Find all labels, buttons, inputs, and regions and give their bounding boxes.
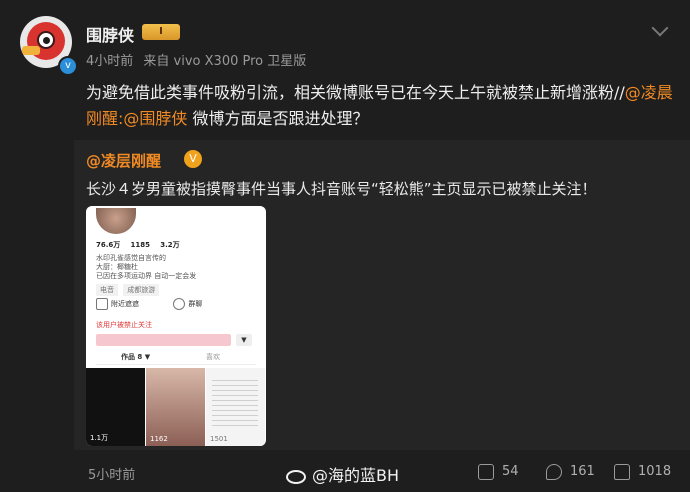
comment-count: 161 (570, 464, 595, 479)
profile-stats: 76.6万 1185 3.2万 (96, 240, 188, 250)
group-icon (173, 298, 186, 310)
comment-button[interactable]: 161 (546, 462, 595, 482)
more-button: ▼ (236, 334, 252, 346)
repost-time[interactable]: 5小时前 (88, 464, 135, 483)
tab-likes: 喜欢 (206, 353, 220, 361)
stat: 3.2万 (160, 241, 180, 249)
thumbs-up-icon (614, 463, 630, 480)
watermark-text: @海的蓝BH (312, 466, 400, 485)
tag: 电音 (96, 284, 118, 296)
post-text: 为避免借此类事件吸粉引流，相关微博账号已在今天上午就被禁止新增涨粉//@凌晨刚醒… (86, 80, 676, 132)
level-badge: I (142, 24, 180, 40)
video-thumb: 1.1万 (86, 368, 145, 446)
view-count: 1501 (210, 435, 228, 443)
tab-works: 作品 8 ▼ (121, 353, 151, 361)
tag: 成都旅游 (123, 284, 160, 296)
profile-photo (96, 208, 136, 234)
shortcut-label: 群聊 (188, 300, 203, 308)
repost-card[interactable]: @凌层刚醒 V 长沙４岁男童被指摸臀事件当事人抖音账号“轻松熊”主页显示已被禁止… (74, 140, 690, 450)
mention-link[interactable]: @围脖侠 (123, 109, 187, 128)
stat: 1185 (130, 241, 150, 249)
repost-text: 长沙４岁男童被指摸臀事件当事人抖音账号“轻松熊”主页显示已被禁止关注！ (86, 180, 597, 198)
view-count: 1162 (150, 435, 168, 443)
profile-tags: 电音 成都旅游 (96, 284, 162, 296)
post-source: 来自 vivo X300 Pro 卫星版 (143, 54, 307, 69)
post-time[interactable]: 4小时前 (86, 54, 133, 69)
post-username[interactable]: 围脖侠 (86, 22, 134, 46)
profile-bio: 水印孔雀感觉自言传的 大厨：椰糖杜 已因在多项运动界 自动一定会发 (96, 254, 256, 281)
repost-icon (478, 463, 494, 480)
gold-v-icon: V (184, 150, 202, 168)
weibo-post: v 围脖侠 I 4小时前 来自 vivo X300 Pro 卫星版 为避免借此类… (0, 0, 690, 492)
bio-line: 大厨：椰糖杜 (96, 263, 138, 271)
profile-tabs: 作品 8 ▼ 喜欢 (96, 352, 256, 365)
like-button[interactable]: 1018 (614, 462, 671, 482)
video-thumb: 1162 (146, 368, 205, 446)
repost-count: 54 (502, 464, 519, 479)
follow-button (96, 334, 231, 346)
like-count: 1018 (638, 464, 672, 479)
shop-icon (96, 298, 108, 310)
bio-line: 水印孔雀感觉自言传的 (96, 254, 166, 262)
post-text-body: 为避免借此类事件吸粉引流，相关微博账号已在今天上午就被禁止新增涨粉// (86, 83, 625, 102)
video-thumb: 1501 (206, 368, 265, 446)
repost-username[interactable]: @凌层刚醒 (86, 150, 161, 171)
comment-icon (546, 463, 562, 480)
repost-button[interactable]: 54 (478, 462, 519, 482)
view-count: 1.1万 (90, 434, 109, 442)
profile-shortcuts: 附近遮遮 群聊 (96, 298, 256, 318)
stat: 76.6万 (96, 241, 121, 249)
warning-text: 该用户被禁止关注 (96, 321, 152, 329)
chevron-down-icon[interactable] (651, 19, 669, 37)
post-meta: 4小时前 来自 vivo X300 Pro 卫星版 (86, 50, 312, 69)
weibo-logo-icon (286, 469, 306, 484)
post-text-tail: 微博方面是否跟进处理？ (187, 109, 369, 128)
watermark: @海的蓝BH (286, 462, 399, 486)
video-grid: 1.1万 1162 1501 (86, 368, 266, 446)
screenshot-image[interactable]: 76.6万 1185 3.2万 水印孔雀感觉自言传的 大厨：椰糖杜 已因在多项运… (86, 206, 266, 446)
verified-icon: v (58, 56, 78, 76)
bio-line: 已因在多项运动界 自动一定会发 (96, 272, 197, 280)
shortcut-label: 附近遮遮 (111, 300, 139, 308)
